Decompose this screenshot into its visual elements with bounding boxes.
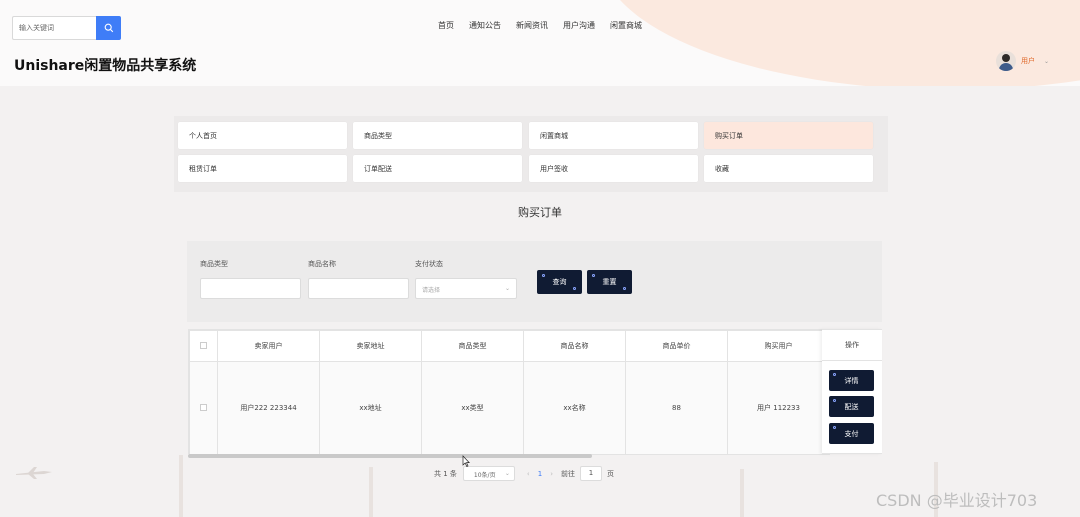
select-all-checkbox[interactable] [200,341,207,349]
query-button-label: 查询 [552,278,567,286]
goto-label: 前往 [561,469,575,478]
page-size-select[interactable]: 10条/页 ⌄ [462,466,515,481]
tower-decoration [740,469,744,517]
operations-column: 操作 详情 配送 支付 [822,329,882,454]
menu-item-mall[interactable]: 闲置商城 [529,122,698,149]
button-decoration [833,399,836,402]
avatar[interactable] [996,51,1016,71]
button-decoration [833,426,836,429]
table-header-row: 卖家用户 卖家地址 商品类型 商品名称 商品单价 购买用户 [189,330,830,362]
table-row: 用户222 223344 xx地址 xx类型 xx名称 88 用户 112233 [189,361,830,455]
pay-button[interactable]: 支付 [829,423,874,444]
buyer-user-cell: 用户 112233 [727,361,830,455]
menu-item-purchase-orders[interactable]: 购买订单 [704,122,873,149]
next-page-icon[interactable]: › [550,470,553,478]
button-decoration [833,373,836,376]
chevron-down-icon: ⌄ [504,285,510,292]
search-input[interactable] [12,16,97,40]
column-header: 购买用户 [727,330,830,362]
filter-label-pay-status: 支付状态 [415,260,443,268]
button-decoration [573,287,576,290]
nav-item-home[interactable]: 首页 [438,20,454,31]
pay-status-select[interactable]: 请选择 ⌄ [415,278,517,299]
column-header: 卖家用户 [217,330,320,362]
goods-type-cell: xx类型 [421,361,524,455]
page-title: 购买订单 [518,206,562,219]
chevron-down-icon[interactable]: ⌄ [1044,58,1049,65]
seller-address-cell: xx地址 [319,361,422,455]
menu-item-personal-home[interactable]: 个人首页 [178,122,347,149]
filter-panel: 商品类型 商品名称 支付状态 请选择 ⌄ 查询 重置 [187,241,882,322]
goods-name-cell: xx名称 [523,361,626,455]
goods-type-field[interactable] [200,278,301,299]
column-header: 商品名称 [523,330,626,362]
menu-item-user-receipt[interactable]: 用户签收 [529,155,698,182]
goto-page-input[interactable]: 1 [580,466,602,481]
site-title: Unishare闲置物品共享系统 [14,58,197,74]
pagination: 共 1 条 10条/页 ⌄ ‹ 1 › 前往 1 页 [434,466,614,481]
nav-item-news[interactable]: 新闻资讯 [516,20,548,31]
page-suffix: 页 [607,469,614,478]
detail-button-label: 详情 [844,376,859,385]
tower-decoration [369,467,373,517]
menu-item-favorites[interactable]: 收藏 [704,155,873,182]
pay-button-label: 支付 [844,429,859,438]
pay-status-placeholder: 请选择 [422,287,441,294]
nav-item-notices[interactable]: 通知公告 [469,20,501,31]
ops-header: 操作 [822,330,882,361]
user-menu[interactable]: 用户 ⌄ [996,51,1049,71]
reset-button-label: 重置 [602,278,617,286]
goods-name-field[interactable] [308,278,409,299]
top-nav: 首页 通知公告 新闻资讯 用户沟通 闲置商城 [438,20,642,31]
chevron-down-icon: ⌄ [504,470,510,477]
tower-decoration [179,455,183,517]
column-header: 商品类型 [421,330,524,362]
button-decoration [592,274,595,277]
deliver-button[interactable]: 配送 [829,396,874,417]
button-decoration [623,287,626,290]
search-icon [104,23,113,33]
page-size-value: 10条/页 [473,472,496,479]
header-decoration [600,0,1080,86]
filter-label-goods-name: 商品名称 [308,260,336,268]
search-button[interactable] [96,16,121,40]
menu-item-rental-orders[interactable]: 租赁订单 [178,155,347,182]
row-select-cell [189,361,218,455]
seller-user-cell: 用户222 223344 [217,361,320,455]
current-page-number[interactable]: 1 [538,470,542,478]
airplane-icon [16,467,52,479]
prev-page-icon[interactable]: ‹ [527,470,530,478]
column-header: 商品单价 [625,330,728,362]
orders-table: 卖家用户 卖家地址 商品类型 商品名称 商品单价 购买用户 用户222 2233… [188,329,882,455]
mouse-cursor-icon [462,455,470,467]
column-header: 卖家地址 [319,330,422,362]
user-center-menu: 个人首页 商品类型 闲置商城 购买订单 租赁订单 订单配送 用户签收 收藏 [174,116,888,192]
deliver-button-label: 配送 [844,402,859,411]
nav-item-mall[interactable]: 闲置商城 [610,20,642,31]
unit-price-cell: 88 [625,361,728,455]
table-horizontal-scrollbar[interactable] [188,454,592,458]
watermark: CSDN @毕业设计703 [876,491,1038,510]
detail-button[interactable]: 详情 [829,370,874,391]
button-decoration [542,274,545,277]
row-checkbox[interactable] [200,403,207,411]
pagination-total: 共 1 条 [434,469,457,478]
query-button[interactable]: 查询 [537,270,582,294]
nav-item-chat[interactable]: 用户沟通 [563,20,595,31]
reset-button[interactable]: 重置 [587,270,632,294]
user-name[interactable]: 用户 [1021,56,1035,66]
menu-item-goods-type[interactable]: 商品类型 [353,122,522,149]
menu-item-order-delivery[interactable]: 订单配送 [353,155,522,182]
select-all-cell [189,330,218,362]
filter-label-goods-type: 商品类型 [200,260,228,268]
